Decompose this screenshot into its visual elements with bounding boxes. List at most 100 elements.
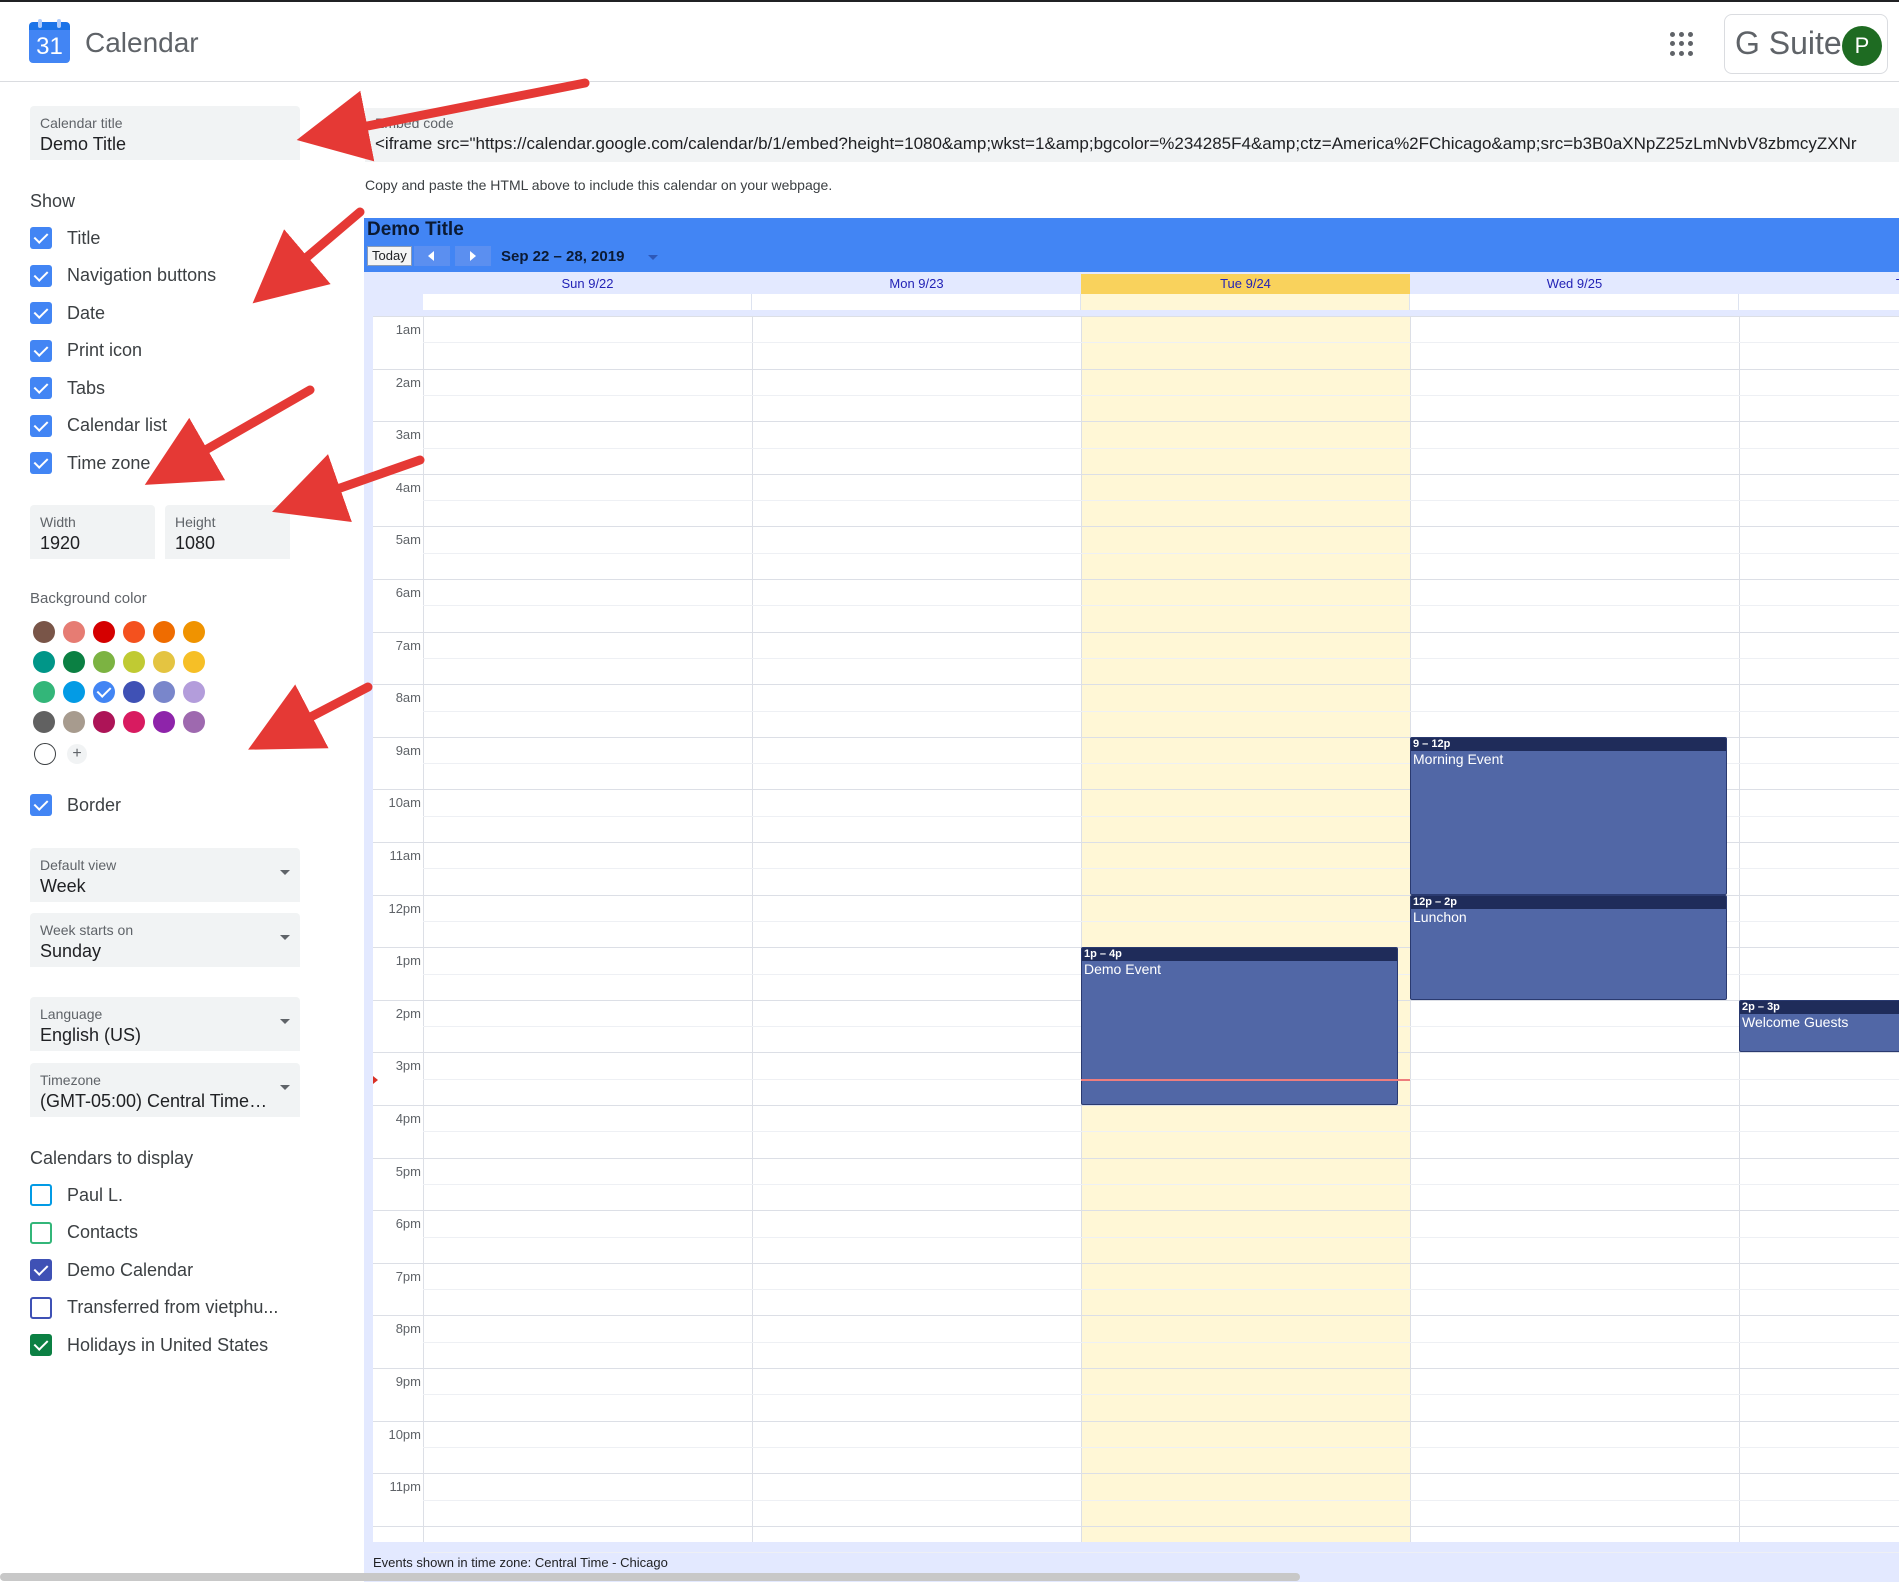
calendar-title-field[interactable]: Calendar title Demo Title bbox=[30, 106, 300, 160]
hour-label: 6am bbox=[395, 585, 421, 600]
show-option-title[interactable]: Title bbox=[30, 226, 100, 250]
calendar-checkbox[interactable] bbox=[30, 1334, 52, 1356]
height-field[interactable]: Height 1080 bbox=[165, 505, 290, 559]
week-starts-select[interactable]: Week starts on Sunday bbox=[30, 913, 300, 967]
color-swatch[interactable] bbox=[153, 681, 175, 703]
timezone-value: (GMT-05:00) Central Time - ... bbox=[40, 1091, 272, 1111]
all-day-cell[interactable] bbox=[752, 294, 1081, 310]
all-day-cell[interactable] bbox=[1410, 294, 1739, 310]
color-swatch[interactable] bbox=[93, 681, 115, 703]
hour-line bbox=[373, 1315, 1899, 1317]
color-swatch[interactable] bbox=[183, 681, 205, 703]
calendar-item[interactable]: Demo Calendar bbox=[30, 1258, 193, 1282]
calendar-title-input[interactable]: Demo Title bbox=[40, 134, 272, 155]
show-option-tabs[interactable]: Tabs bbox=[30, 376, 105, 400]
color-swatch[interactable] bbox=[33, 711, 55, 733]
calendar-checkbox[interactable] bbox=[30, 1259, 52, 1281]
all-day-cell[interactable] bbox=[423, 294, 752, 310]
next-button[interactable] bbox=[455, 246, 491, 266]
width-label: Width bbox=[40, 514, 76, 530]
color-swatch[interactable] bbox=[123, 621, 145, 643]
app-title[interactable]: Calendar bbox=[85, 27, 199, 59]
color-swatch[interactable] bbox=[63, 681, 85, 703]
today-button[interactable]: Today bbox=[367, 246, 412, 266]
calendars-heading: Calendars to display bbox=[30, 1148, 194, 1168]
show-option-checkbox[interactable] bbox=[30, 302, 52, 324]
color-swatch[interactable] bbox=[123, 711, 145, 733]
half-hour-line bbox=[423, 1236, 1899, 1238]
embed-code-label: Embed code bbox=[375, 115, 454, 131]
avatar[interactable]: P bbox=[1842, 26, 1882, 66]
language-select[interactable]: Language English (US) bbox=[30, 997, 300, 1051]
color-swatch-white[interactable] bbox=[34, 743, 56, 765]
border-option[interactable]: Border bbox=[30, 793, 121, 817]
show-option-checkbox[interactable] bbox=[30, 264, 52, 287]
calendar-item[interactable]: Paul L. bbox=[30, 1183, 123, 1207]
calendar-item[interactable]: Contacts bbox=[30, 1221, 138, 1245]
calendar-event[interactable]: 1p – 4p Demo Event bbox=[1081, 947, 1398, 1105]
color-swatch[interactable] bbox=[183, 711, 205, 733]
embed-code-input[interactable]: <iframe src="https://calendar.google.com… bbox=[375, 134, 1857, 154]
width-input[interactable]: 1920 bbox=[40, 533, 127, 554]
week-starts-label: Week starts on bbox=[40, 922, 134, 938]
show-option-checkbox[interactable] bbox=[30, 227, 52, 249]
apps-grid-icon[interactable] bbox=[1670, 32, 1694, 56]
account-switcher[interactable]: G Suite P bbox=[1724, 14, 1888, 74]
app-header: 31 Calendar G Suite P bbox=[0, 2, 1899, 82]
width-field[interactable]: Width 1920 bbox=[30, 505, 155, 559]
calendar-checkbox[interactable] bbox=[30, 1221, 52, 1244]
date-range[interactable]: Sep 22 – 28, 2019 bbox=[501, 248, 624, 265]
calendar-logo-icon[interactable]: 31 bbox=[29, 19, 70, 63]
show-option-calendar-list[interactable]: Calendar list bbox=[30, 414, 167, 438]
chevron-down-icon[interactable] bbox=[648, 255, 658, 260]
calendar-item[interactable]: Holidays in United States bbox=[30, 1333, 268, 1357]
color-swatch[interactable] bbox=[33, 681, 55, 703]
day-header[interactable]: Th bbox=[1739, 274, 1899, 294]
color-swatch[interactable] bbox=[33, 651, 55, 673]
show-option-checkbox[interactable] bbox=[30, 377, 52, 399]
color-swatch[interactable] bbox=[183, 621, 205, 643]
color-swatch[interactable] bbox=[63, 621, 85, 643]
show-option-time-zone[interactable]: Time zone bbox=[30, 451, 150, 475]
show-option-checkbox[interactable] bbox=[30, 339, 52, 362]
add-color-icon[interactable]: + bbox=[67, 744, 87, 764]
color-swatch[interactable] bbox=[33, 621, 55, 643]
all-day-cell[interactable] bbox=[1081, 294, 1410, 310]
color-swatch[interactable] bbox=[123, 681, 145, 703]
show-option-checkbox[interactable] bbox=[30, 452, 52, 474]
calendar-checkbox[interactable] bbox=[30, 1184, 52, 1206]
day-header[interactable]: Tue 9/24 bbox=[1081, 274, 1410, 294]
show-option-checkbox[interactable] bbox=[30, 414, 52, 437]
hour-label: 9pm bbox=[395, 1374, 421, 1389]
border-checkbox[interactable] bbox=[30, 794, 52, 816]
color-swatch[interactable] bbox=[63, 711, 85, 733]
calendar-item[interactable]: Transferred from vietphu... bbox=[30, 1296, 278, 1320]
all-day-cell[interactable] bbox=[1739, 294, 1899, 310]
color-swatch[interactable] bbox=[93, 651, 115, 673]
calendar-event[interactable]: 12p – 2p Lunchon bbox=[1410, 894, 1727, 1000]
horizontal-scrollbar[interactable] bbox=[0, 1573, 1300, 1581]
default-view-select[interactable]: Default view Week bbox=[30, 848, 300, 902]
show-option-print-icon[interactable]: Print icon bbox=[30, 339, 142, 363]
color-swatch[interactable] bbox=[123, 651, 145, 673]
color-swatch[interactable] bbox=[93, 621, 115, 643]
embed-code-field[interactable]: Embed code <iframe src="https://calendar… bbox=[365, 108, 1899, 162]
day-header[interactable]: Sun 9/22 bbox=[423, 274, 752, 294]
color-swatch[interactable] bbox=[153, 711, 175, 733]
show-option-navigation-buttons[interactable]: Navigation buttons bbox=[30, 264, 216, 288]
color-swatch[interactable] bbox=[63, 651, 85, 673]
day-header[interactable]: Wed 9/25 bbox=[1410, 274, 1739, 294]
color-swatch[interactable] bbox=[93, 711, 115, 733]
color-swatch[interactable] bbox=[153, 621, 175, 643]
show-option-date[interactable]: Date bbox=[30, 301, 105, 325]
color-swatch[interactable] bbox=[153, 651, 175, 673]
timezone-select[interactable]: Timezone (GMT-05:00) Central Time - ... bbox=[30, 1063, 300, 1117]
prev-button[interactable] bbox=[414, 246, 450, 266]
day-header[interactable]: Mon 9/23 bbox=[752, 274, 1081, 294]
calendar-event[interactable]: 2p – 3p Welcome Guests bbox=[1739, 999, 1899, 1053]
calendar-event[interactable]: 9 – 12p Morning Event bbox=[1410, 736, 1727, 895]
color-swatch[interactable] bbox=[183, 651, 205, 673]
half-hour-line bbox=[423, 342, 1899, 344]
height-input[interactable]: 1080 bbox=[175, 533, 262, 554]
calendar-checkbox[interactable] bbox=[30, 1296, 52, 1319]
